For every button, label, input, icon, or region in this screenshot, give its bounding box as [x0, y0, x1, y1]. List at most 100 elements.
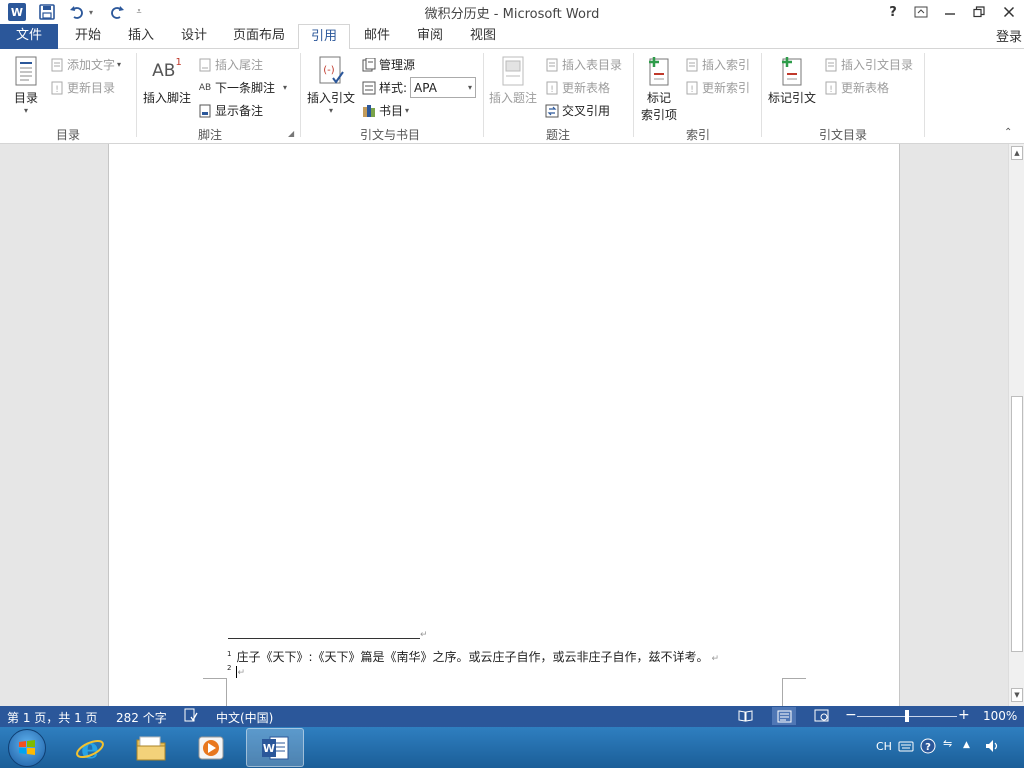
print-layout-icon[interactable]: [772, 707, 796, 725]
svg-text:W: W: [263, 742, 275, 755]
svg-text:!: !: [55, 85, 59, 95]
tab-mailings[interactable]: 邮件: [354, 24, 400, 49]
svg-text:!: !: [690, 85, 694, 95]
scroll-up-arrow-icon[interactable]: ▲: [1011, 146, 1023, 160]
ribbon-display-options-icon[interactable]: [908, 0, 934, 24]
input-language-indicator[interactable]: CH: [876, 740, 892, 753]
update-toc-icon: !: [50, 81, 64, 95]
add-text-label: 添加文字: [67, 58, 116, 72]
help-button[interactable]: ?: [880, 0, 906, 24]
bibliography-icon: [362, 104, 376, 118]
svg-text:?: ?: [925, 742, 931, 753]
tab-references[interactable]: 引用: [298, 24, 350, 50]
zoom-out-button[interactable]: −: [845, 707, 857, 723]
update-toa-button[interactable]: ! 更新表格: [824, 79, 889, 96]
cross-reference-button[interactable]: 交叉引用: [545, 102, 610, 119]
endnote-icon: [198, 58, 212, 72]
media-player-icon[interactable]: [187, 730, 235, 766]
file-explorer-icon[interactable]: [127, 730, 175, 766]
next-footnote-button[interactable]: AB 下一条脚注 ▾: [198, 79, 287, 96]
mark-entry-button[interactable]: 标记 索引项: [637, 55, 681, 123]
add-text-dropdown-icon: ▾: [117, 60, 122, 69]
word-count[interactable]: 282 个字: [116, 709, 167, 726]
proofing-icon[interactable]: [184, 708, 198, 725]
tab-view[interactable]: 视图: [460, 24, 506, 49]
insert-citation-dropdown-icon: ▾: [328, 106, 333, 115]
footnote-item: 1 庄子《天下》:《天下》篇是《南华》之序。或云庄子自作，或云非庄子自作，兹不详考…: [227, 648, 719, 665]
zoom-in-button[interactable]: +: [958, 707, 970, 723]
paragraph-mark-icon: ↵: [420, 630, 428, 640]
insert-table-of-figures-label: 插入表目录: [562, 58, 623, 72]
insert-caption-button[interactable]: 插入题注: [487, 55, 539, 106]
word-taskbar-button[interactable]: W: [246, 728, 304, 767]
restore-icon[interactable]: [966, 0, 992, 24]
cross-reference-icon: [545, 104, 559, 118]
group-label-captions: 题注: [545, 128, 570, 142]
mark-citation-button[interactable]: 标记引文: [765, 55, 819, 106]
group-separator: [300, 53, 301, 137]
insert-footnote-button[interactable]: AB 1 插入脚注: [142, 55, 192, 106]
internet-explorer-icon[interactable]: e: [66, 730, 114, 766]
insert-endnote-button[interactable]: 插入尾注: [198, 56, 263, 73]
insert-table-of-figures-button[interactable]: 插入表目录: [545, 56, 622, 73]
volume-icon[interactable]: [985, 739, 1001, 756]
show-notes-button[interactable]: 显示备注: [198, 102, 263, 119]
insert-endnote-label: 插入尾注: [215, 58, 264, 72]
tab-review[interactable]: 审阅: [407, 24, 453, 49]
citation-style-select[interactable]: APA ▾: [410, 77, 477, 98]
cross-reference-label: 交叉引用: [562, 104, 611, 118]
keyboard-icon[interactable]: [898, 739, 914, 756]
insert-citation-button[interactable]: (-) 插入引文 ▾: [305, 55, 357, 115]
mark-entry-icon: [643, 55, 675, 87]
footnote-text[interactable]: 庄子《天下》:《天下》篇是《南华》之序。或云庄子自作，或云非庄子自作，兹不详考。: [236, 650, 708, 664]
status-bar: 第 1 页，共 1 页 282 个字 中文(中国) − + 100%: [0, 706, 1024, 727]
language-indicator[interactable]: 中文(中国): [216, 709, 273, 726]
ribbon-tab-row: 文件 开始 插入 设计 页面布局 引用 邮件 审阅 视图 登录: [0, 24, 1024, 50]
ime-options-icon[interactable]: ⇋: [943, 737, 952, 750]
windows-taskbar: e W CH ? ⇋ ▲: [0, 727, 1024, 768]
add-text-button[interactable]: 添加文字 ▾: [50, 56, 121, 73]
ribbon-references: 目录 ▾ 添加文字 ▾ ! 更新目录 目录 AB 1 插入脚注 插入尾注 AB 下…: [0, 49, 1024, 144]
footnote-item: 2 ↵: [227, 664, 245, 678]
scroll-thumb[interactable]: [1011, 396, 1023, 652]
manage-sources-button[interactable]: 管理源: [362, 56, 415, 73]
scroll-down-arrow-icon[interactable]: ▼: [1011, 688, 1023, 702]
window-title: 微积分历史 - Microsoft Word: [424, 7, 600, 22]
footnote-dialog-launcher-icon[interactable]: ◢: [288, 129, 294, 138]
collapse-ribbon-icon[interactable]: ⌃: [1004, 127, 1012, 138]
tab-file[interactable]: 文件: [0, 24, 58, 49]
tab-design[interactable]: 设计: [171, 24, 217, 49]
zoom-level[interactable]: 100%: [983, 709, 1017, 723]
sign-in-link[interactable]: 登录: [996, 26, 1022, 45]
next-footnote-label: 下一条脚注: [215, 81, 276, 95]
zoom-slider-thumb[interactable]: [905, 710, 909, 722]
update-toc-label: 更新目录: [67, 81, 116, 95]
toc-label: 目录: [13, 91, 38, 105]
manage-sources-label: 管理源: [379, 58, 416, 72]
close-icon[interactable]: [996, 0, 1022, 24]
web-layout-icon[interactable]: [814, 709, 829, 725]
tab-home[interactable]: 开始: [64, 24, 112, 49]
insert-table-of-authorities-button[interactable]: 插入引文目录: [824, 56, 913, 73]
insert-index-label: 插入索引: [702, 58, 751, 72]
show-hidden-icons-icon[interactable]: ▲: [963, 740, 970, 750]
update-toc-button[interactable]: ! 更新目录: [50, 79, 115, 96]
vertical-scrollbar[interactable]: ▲ ▼: [1008, 144, 1024, 706]
zoom-slider[interactable]: [857, 710, 957, 722]
page-count[interactable]: 第 1 页，共 1 页: [7, 709, 98, 726]
read-mode-icon[interactable]: [738, 709, 753, 725]
bibliography-label: 书目: [379, 104, 404, 118]
insert-index-button[interactable]: 插入索引: [685, 56, 750, 73]
start-button-icon[interactable]: [8, 729, 46, 767]
update-index-button[interactable]: ! 更新索引: [685, 79, 750, 96]
minimize-icon[interactable]: [937, 0, 963, 24]
tab-page-layout[interactable]: 页面布局: [224, 24, 294, 49]
document-page[interactable]: ↵ 1 庄子《天下》:《天下》篇是《南华》之序。或云庄子自作，或云非庄子自作，兹不…: [108, 144, 900, 706]
help-circle-icon[interactable]: ?: [920, 738, 936, 757]
bibliography-button[interactable]: 书目 ▾: [362, 102, 409, 119]
table-of-contents-button[interactable]: 目录 ▾: [6, 55, 46, 115]
tab-insert[interactable]: 插入: [118, 24, 164, 49]
update-toa-icon: !: [824, 81, 838, 95]
next-footnote-dropdown-icon: ▾: [283, 83, 288, 92]
update-table-button[interactable]: ! 更新表格: [545, 79, 610, 96]
